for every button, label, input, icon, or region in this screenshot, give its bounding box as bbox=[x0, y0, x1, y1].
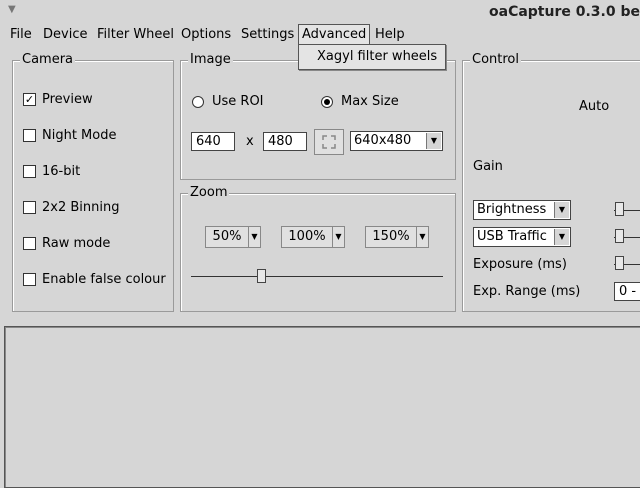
menu-item-xagyl-filter-wheels[interactable]: Xagyl filter wheels bbox=[317, 49, 437, 64]
control-select-2-value: USB Traffic bbox=[477, 229, 547, 244]
brightness-slider-handle[interactable] bbox=[615, 202, 624, 216]
zoom-100-label: 100% bbox=[281, 226, 332, 248]
max-size-radio-circle bbox=[321, 95, 333, 108]
menu-bar: File Device Filter Wheel Options Setting… bbox=[0, 24, 640, 46]
false-colour-checkbox[interactable]: Enable false colour bbox=[23, 272, 166, 287]
control-select-1[interactable]: Brightness ▼ bbox=[473, 200, 571, 220]
raw-mode-box bbox=[23, 237, 36, 250]
resolution-value: 640x480 bbox=[354, 133, 412, 148]
max-size-radio[interactable]: Max Size bbox=[321, 94, 399, 109]
use-roi-radio-circle bbox=[192, 95, 204, 108]
menu-advanced[interactable]: Advanced bbox=[298, 24, 371, 45]
control-select-1-value: Brightness bbox=[477, 202, 547, 217]
gain-label: Gain bbox=[473, 159, 503, 174]
preview-checkbox[interactable]: ✓ Preview bbox=[23, 92, 93, 107]
control-group: Control bbox=[462, 52, 640, 312]
exp-range-select[interactable]: 0 - 5 bbox=[614, 282, 640, 301]
menu-device[interactable]: Device bbox=[40, 25, 90, 44]
fullscreen-icon bbox=[322, 135, 336, 149]
menu-file[interactable]: File bbox=[7, 25, 35, 44]
zoom-50-button[interactable]: 50% ▼ bbox=[205, 226, 261, 248]
zoom-50-arrow-icon[interactable]: ▼ bbox=[248, 226, 261, 248]
window-title: oaCapture 0.3.0 beta bbox=[489, 4, 640, 20]
advanced-dropdown-menu: Xagyl filter wheels bbox=[298, 44, 446, 70]
false-colour-box bbox=[23, 273, 36, 286]
control-group-title: Control bbox=[470, 52, 521, 68]
preview-check-icon: ✓ bbox=[23, 93, 36, 106]
preview-label: Preview bbox=[42, 92, 93, 107]
roi-height-input[interactable]: 480 bbox=[263, 132, 307, 151]
roi-width-input[interactable]: 640 bbox=[191, 132, 235, 151]
max-size-label: Max Size bbox=[341, 94, 399, 109]
exp-range-label: Exp. Range (ms) bbox=[473, 284, 581, 299]
control-select-1-arrow-icon: ▼ bbox=[554, 202, 569, 218]
night-mode-checkbox[interactable]: Night Mode bbox=[23, 128, 116, 143]
menu-filter-wheel[interactable]: Filter Wheel bbox=[94, 25, 177, 44]
zoom-150-button[interactable]: 150% ▼ bbox=[365, 226, 429, 248]
usb-traffic-slider-handle[interactable] bbox=[615, 229, 624, 243]
zoom-group-title: Zoom bbox=[188, 185, 230, 201]
window-menu-arrow-icon[interactable]: ▼ bbox=[8, 4, 16, 15]
image-group: Image Use ROI Max Size 640 x 480 640x480… bbox=[180, 52, 456, 180]
zoom-100-button[interactable]: 100% ▼ bbox=[281, 226, 345, 248]
use-roi-radio[interactable]: Use ROI bbox=[192, 94, 264, 109]
binning-box bbox=[23, 201, 36, 214]
title-bar: ▼ oaCapture 0.3.0 beta bbox=[0, 0, 640, 24]
menu-options[interactable]: Options bbox=[178, 25, 234, 44]
menu-help[interactable]: Help bbox=[372, 25, 408, 44]
resolution-dropdown-arrow-icon: ▼ bbox=[426, 133, 441, 149]
zoom-50-label: 50% bbox=[205, 226, 248, 248]
zoom-100-arrow-icon[interactable]: ▼ bbox=[332, 226, 345, 248]
zoom-slider-track[interactable] bbox=[191, 276, 443, 277]
false-colour-label: Enable false colour bbox=[42, 272, 166, 287]
zoom-150-arrow-icon[interactable]: ▼ bbox=[416, 226, 429, 248]
raw-mode-label: Raw mode bbox=[42, 236, 111, 251]
16bit-checkbox[interactable]: 16-bit bbox=[23, 164, 80, 179]
auto-header: Auto bbox=[579, 99, 610, 114]
camera-group-title: Camera bbox=[20, 52, 76, 68]
zoom-group: Zoom bbox=[180, 185, 456, 312]
binning-label: 2x2 Binning bbox=[42, 200, 120, 215]
zoom-slider-handle[interactable] bbox=[257, 269, 266, 283]
preview-area bbox=[4, 326, 640, 488]
control-select-2[interactable]: USB Traffic ▼ bbox=[473, 227, 571, 247]
binning-checkbox[interactable]: 2x2 Binning bbox=[23, 200, 119, 215]
night-mode-box bbox=[23, 129, 36, 142]
exposure-label: Exposure (ms) bbox=[473, 257, 567, 272]
zoom-150-label: 150% bbox=[365, 226, 416, 248]
roi-x-separator: x bbox=[246, 134, 254, 149]
night-mode-label: Night Mode bbox=[42, 128, 117, 143]
resolution-select[interactable]: 640x480 ▼ bbox=[350, 131, 443, 151]
menu-settings[interactable]: Settings bbox=[238, 25, 297, 44]
16bit-label: 16-bit bbox=[42, 164, 81, 179]
fit-size-button[interactable] bbox=[314, 129, 344, 155]
16bit-box bbox=[23, 165, 36, 178]
exposure-slider-handle[interactable] bbox=[615, 256, 624, 270]
camera-group: Camera ✓ Preview Night Mode 16-bit 2x2 B… bbox=[12, 52, 174, 312]
image-group-title: Image bbox=[188, 52, 233, 68]
control-select-2-arrow-icon: ▼ bbox=[554, 229, 569, 245]
raw-mode-checkbox[interactable]: Raw mode bbox=[23, 236, 110, 251]
use-roi-label: Use ROI bbox=[212, 94, 264, 109]
